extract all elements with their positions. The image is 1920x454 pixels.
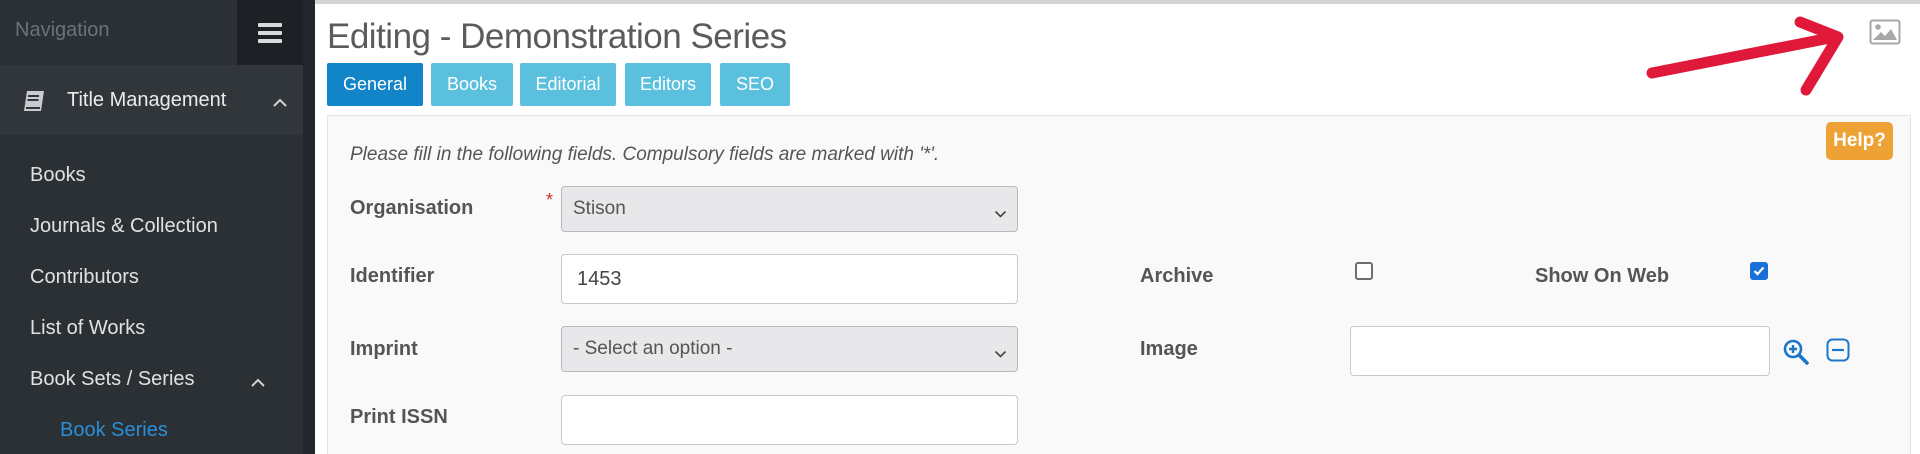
tab-editorial[interactable]: Editorial (520, 63, 616, 106)
image-icon[interactable] (1869, 19, 1901, 50)
identifier-label: Identifier (350, 265, 435, 287)
nav-header: Navigation (0, 0, 237, 65)
tab-seo[interactable]: SEO (720, 63, 790, 106)
chevron-down-icon (994, 343, 1007, 365)
imprint-select[interactable]: - Select an option - (561, 326, 1018, 372)
red-arrow-annotation (1640, 10, 1850, 105)
sidebar-item-journals[interactable]: Journals & Collection (30, 215, 218, 238)
sidebar-item-contributors[interactable]: Contributors (30, 266, 139, 289)
organisation-label: Organisation (350, 197, 474, 219)
menu-toggle-button[interactable] (237, 0, 303, 65)
archive-checkbox[interactable] (1355, 262, 1373, 280)
sidebar-item-list-of-works[interactable]: List of Works (30, 317, 145, 340)
sidebar-item-book-series[interactable]: Book Series (60, 419, 168, 442)
imprint-label: Imprint (350, 338, 418, 360)
hamburger-icon (258, 22, 282, 43)
sidebar-divider (303, 0, 315, 454)
book-icon (22, 89, 48, 118)
show-on-web-label: Show On Web (1535, 265, 1670, 287)
identifier-value: 1453 (577, 267, 622, 290)
checkmark-icon (1753, 266, 1765, 276)
organisation-select[interactable]: Stison (561, 186, 1018, 232)
sidebar-item-books[interactable]: Books (30, 164, 86, 187)
tab-books[interactable]: Books (431, 63, 513, 106)
identifier-input[interactable]: 1453 (561, 254, 1018, 304)
sidebar-item-book-sets[interactable]: Book Sets / Series (30, 368, 195, 391)
imprint-value: - Select an option - (573, 338, 733, 359)
chevron-up-icon[interactable] (272, 95, 288, 113)
image-input[interactable] (1350, 326, 1770, 376)
chevron-up-icon[interactable] (250, 375, 266, 393)
form-instruction: Please fill in the following fields. Com… (350, 144, 940, 165)
print-issn-input[interactable] (561, 395, 1018, 445)
image-label: Image (1140, 338, 1198, 360)
show-on-web-checkbox[interactable] (1750, 262, 1768, 280)
help-button[interactable]: Help? (1826, 122, 1893, 160)
top-border (315, 0, 1920, 4)
nav-header-label: Navigation (15, 19, 110, 41)
sidebar-section-label: Title Management (67, 89, 227, 111)
archive-label: Archive (1140, 265, 1214, 287)
tab-general[interactable]: General (327, 63, 423, 106)
page-title: Editing - Demonstration Series (327, 17, 787, 56)
remove-icon[interactable] (1826, 338, 1850, 367)
organisation-value: Stison (573, 198, 626, 219)
tab-editors[interactable]: Editors (625, 63, 711, 106)
sidebar-section-title-management[interactable]: Title Management (0, 65, 303, 135)
print-issn-label: Print ISSN (350, 406, 448, 428)
chevron-down-icon (994, 203, 1007, 225)
zoom-in-icon[interactable] (1782, 338, 1810, 371)
required-marker: * (546, 190, 554, 210)
